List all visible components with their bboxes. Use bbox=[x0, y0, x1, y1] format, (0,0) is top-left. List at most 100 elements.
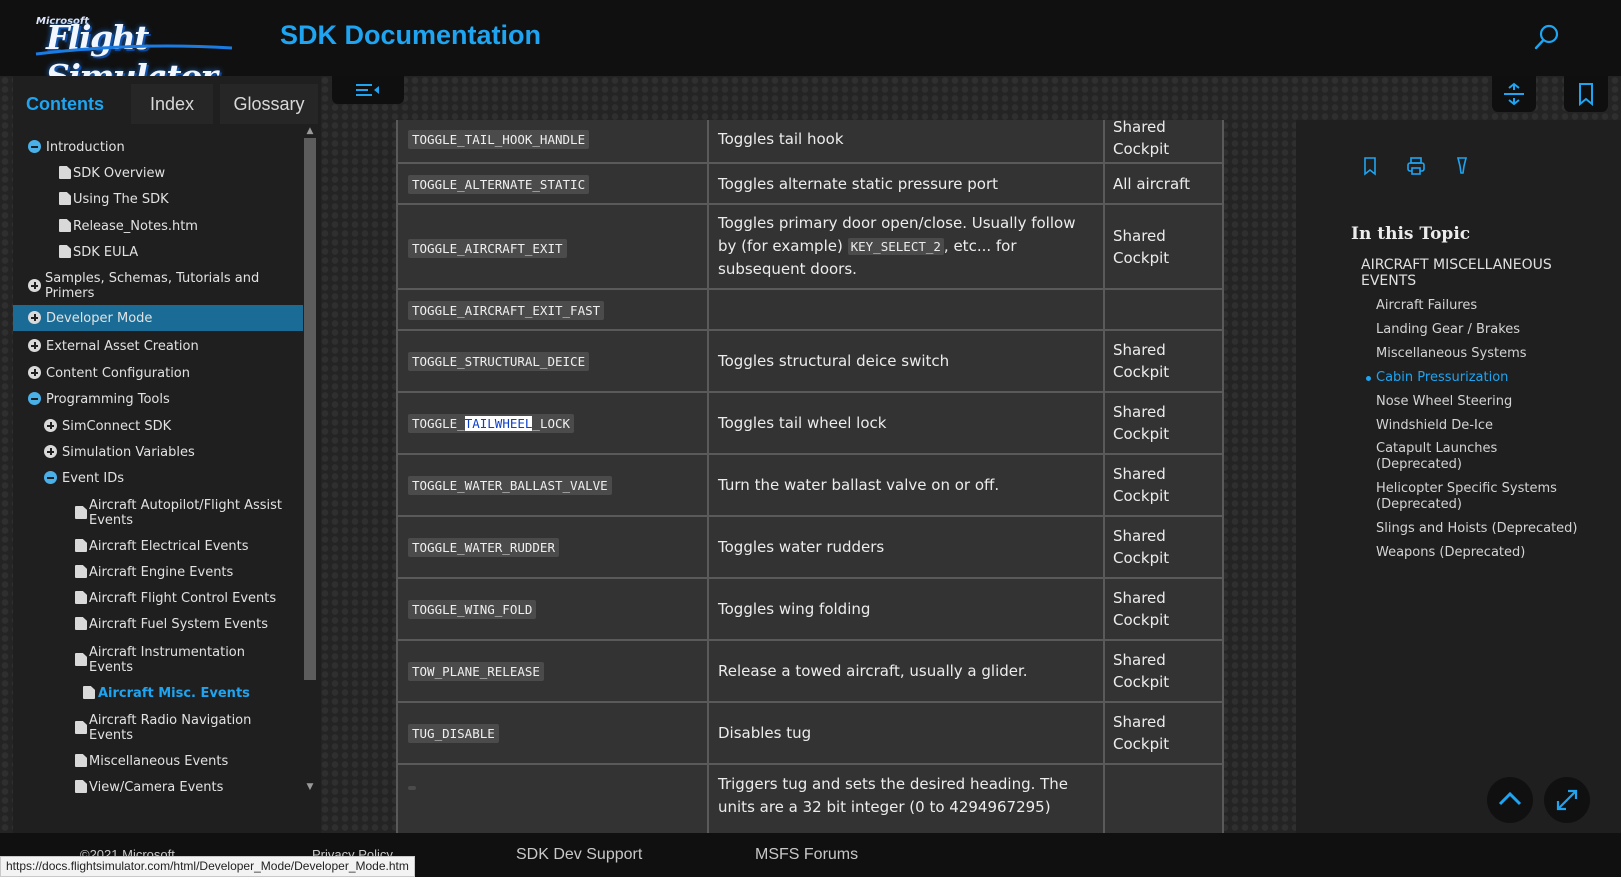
event-description: Release a towed aircraft, usually a glid… bbox=[718, 662, 1028, 680]
toc-item-view-camera-events[interactable]: View/Camera Events bbox=[13, 780, 303, 798]
table-row: TUG_DISABLE Disables tug Shared Cockpit bbox=[396, 703, 1224, 765]
topic-link[interactable]: Miscellaneous Systems bbox=[1376, 346, 1611, 362]
toc-label: Release_Notes.htm bbox=[73, 219, 198, 234]
event-description: Turn the water ballast valve on or off. bbox=[718, 476, 1000, 494]
topic-heading-link[interactable]: AIRCRAFT MISCELLANEOUS EVENTS bbox=[1361, 257, 1591, 289]
toc-item-electrical-events[interactable]: Aircraft Electrical Events bbox=[13, 539, 303, 557]
table-row: TOGGLE_AIRCRAFT_EXIT_FAST bbox=[396, 290, 1224, 331]
toc-item-simconnect-sdk[interactable]: SimConnect SDK bbox=[13, 419, 303, 437]
msfs-forums-link[interactable]: MSFS Forums bbox=[755, 846, 858, 864]
fullscreen-button[interactable] bbox=[1544, 777, 1590, 823]
topic-link[interactable]: Nose Wheel Steering bbox=[1376, 394, 1611, 410]
page-icon bbox=[75, 565, 87, 578]
toc-item-radio-navigation-events[interactable]: Aircraft Radio Navigation Events bbox=[13, 713, 303, 745]
toc-item-sdk-overview[interactable]: SDK Overview bbox=[13, 166, 303, 184]
inline-code: KEY_SELECT_2 bbox=[847, 238, 944, 255]
page-icon bbox=[59, 166, 71, 179]
toc-item-miscellaneous-events[interactable]: Miscellaneous Events bbox=[13, 754, 303, 772]
search-icon[interactable] bbox=[1532, 22, 1562, 52]
event-id[interactable]: TOGGLE_ALTERNATE_STATIC bbox=[408, 175, 590, 194]
print-icon[interactable] bbox=[1406, 156, 1426, 176]
site-title[interactable]: SDK Documentation bbox=[280, 20, 541, 51]
toc-item-fuel-system-events[interactable]: Aircraft Fuel System Events bbox=[13, 617, 303, 635]
toc-item-engine-events[interactable]: Aircraft Engine Events bbox=[13, 565, 303, 583]
page-icon bbox=[75, 506, 87, 519]
flight-simulator-logo[interactable]: Microsoft Flight Simulator bbox=[34, 14, 242, 96]
topic-link[interactable]: Slings and Hoists (Deprecated) bbox=[1376, 521, 1611, 537]
event-id[interactable]: TOGGLE_WATER_RUDDER bbox=[408, 538, 559, 557]
event-id[interactable]: TOGGLE_AIRCRAFT_EXIT bbox=[408, 239, 567, 258]
toc-item-release-notes[interactable]: Release_Notes.htm bbox=[13, 219, 303, 237]
toc-item-samples[interactable]: Samples, Schemas, Tutorials and Primers bbox=[13, 271, 303, 303]
event-availability: Shared Cockpit bbox=[1113, 403, 1170, 443]
sidebar-scrollbar[interactable]: ▲ ▼ bbox=[303, 126, 317, 826]
event-id[interactable]: TOGGLE_TAILWHEEL_LOCK bbox=[408, 414, 575, 433]
event-availability: Shared Cockpit bbox=[1113, 651, 1170, 691]
event-description: Toggles primary door open/close. Usually… bbox=[718, 214, 1076, 278]
toc-item-developer-mode[interactable]: Developer Mode bbox=[13, 305, 303, 331]
event-id[interactable]: TUG_DISABLE bbox=[408, 724, 499, 743]
tab-contents[interactable]: Contents bbox=[13, 84, 117, 124]
main-area: Contents Index Glossary Introduction SDK… bbox=[0, 76, 1621, 833]
topic-link[interactable]: Aircraft Failures bbox=[1376, 298, 1611, 314]
toc-label: Aircraft Flight Control Events bbox=[89, 591, 277, 606]
toc-item-instrumentation-events[interactable]: Aircraft Instrumentation Events bbox=[13, 645, 303, 677]
event-id[interactable]: TOGGLE_WATER_BALLAST_VALVE bbox=[408, 476, 612, 495]
toc-label: Aircraft Engine Events bbox=[89, 565, 234, 580]
tab-glossary[interactable]: Glossary bbox=[220, 84, 318, 124]
scrollbar-thumb[interactable] bbox=[304, 138, 316, 680]
toc-label: Aircraft Radio Navigation Events bbox=[89, 713, 252, 743]
page-icon bbox=[59, 192, 71, 205]
expanded-book-icon bbox=[44, 471, 57, 484]
bookmark-icon[interactable] bbox=[1360, 156, 1380, 176]
event-id[interactable]: TOGGLE_AIRCRAFT_EXIT_FAST bbox=[408, 301, 605, 320]
scroll-down-arrow-icon[interactable]: ▼ bbox=[305, 782, 315, 792]
page-icon bbox=[59, 245, 71, 258]
toc-item-using-the-sdk[interactable]: Using The SDK bbox=[13, 192, 303, 210]
topic-link[interactable]: Windshield De-Ice bbox=[1376, 418, 1611, 434]
table-row: TOGGLE_WATER_RUDDER Toggles water rudder… bbox=[396, 517, 1224, 579]
collapsed-book-icon bbox=[28, 311, 41, 324]
scroll-up-arrow-icon[interactable]: ▲ bbox=[305, 126, 315, 136]
topic-link-active[interactable]: Cabin Pressurization bbox=[1366, 370, 1611, 386]
highlight-icon[interactable] bbox=[1452, 156, 1472, 176]
event-id[interactable]: TOGGLE_STRUCTURAL_DEICE bbox=[408, 352, 590, 371]
event-description: Toggles structural deice switch bbox=[718, 352, 950, 370]
toc-item-autopilot-events[interactable]: Aircraft Autopilot/Flight Assist Events bbox=[13, 498, 303, 530]
sidebar-tabs: Contents Index Glossary bbox=[13, 76, 321, 124]
bookmark-toolbar-button[interactable] bbox=[1564, 76, 1608, 112]
event-id[interactable]: TOGGLE_TAIL_HOOK_HANDLE bbox=[408, 130, 590, 149]
toc-item-external-asset-creation[interactable]: External Asset Creation bbox=[13, 339, 303, 357]
expand-collapse-button[interactable] bbox=[1492, 76, 1536, 112]
toc-item-programming-tools[interactable]: Programming Tools bbox=[13, 392, 303, 410]
toc-item-misc-events[interactable]: Aircraft Misc. Events bbox=[13, 686, 303, 704]
event-availability: Shared Cockpit bbox=[1113, 589, 1170, 629]
toc-item-content-configuration[interactable]: Content Configuration bbox=[13, 366, 303, 384]
topic-link[interactable]: Weapons (Deprecated) bbox=[1376, 545, 1611, 561]
table-row: TOGGLE_AIRCRAFT_EXIT Toggles primary doo… bbox=[396, 205, 1224, 290]
toc-label: Samples, Schemas, Tutorials and Primers bbox=[45, 271, 260, 301]
event-id[interactable]: TOW_PLANE_RELEASE bbox=[408, 662, 544, 681]
event-id[interactable] bbox=[408, 786, 416, 790]
event-id[interactable]: TOGGLE_WING_FOLD bbox=[408, 600, 537, 619]
toggle-sidebar-button[interactable] bbox=[332, 76, 404, 104]
toc-item-simulation-variables[interactable]: Simulation Variables bbox=[13, 445, 303, 463]
topic-link[interactable]: Landing Gear / Brakes bbox=[1376, 322, 1611, 338]
toc-label: Aircraft Fuel System Events bbox=[89, 617, 268, 632]
sdk-dev-support-link[interactable]: SDK Dev Support bbox=[516, 846, 642, 864]
toc-label: Miscellaneous Events bbox=[89, 754, 229, 769]
table-row: TOGGLE_TAIL_HOOK_HANDLE Toggles tail hoo… bbox=[396, 120, 1224, 164]
scroll-to-top-button[interactable] bbox=[1487, 777, 1533, 823]
toc-item-flight-control-events[interactable]: Aircraft Flight Control Events bbox=[13, 591, 303, 609]
toc-item-introduction[interactable]: Introduction bbox=[13, 140, 303, 158]
topic-title: In this Topic bbox=[1351, 224, 1471, 244]
topic-link[interactable]: Helicopter Specific Systems (Deprecated) bbox=[1376, 481, 1576, 513]
toc-item-sdk-eula[interactable]: SDK EULA bbox=[13, 245, 303, 263]
table-row: TOGGLE_WING_FOLD Toggles wing folding Sh… bbox=[396, 579, 1224, 641]
topic-link[interactable]: Catapult Launches (Deprecated) bbox=[1376, 441, 1536, 473]
tab-index[interactable]: Index bbox=[131, 84, 213, 124]
event-availability: Shared Cockpit bbox=[1113, 527, 1170, 567]
toc-item-event-ids[interactable]: Event IDs bbox=[13, 471, 303, 489]
page-icon bbox=[83, 686, 95, 699]
collapsed-book-icon bbox=[44, 419, 57, 432]
